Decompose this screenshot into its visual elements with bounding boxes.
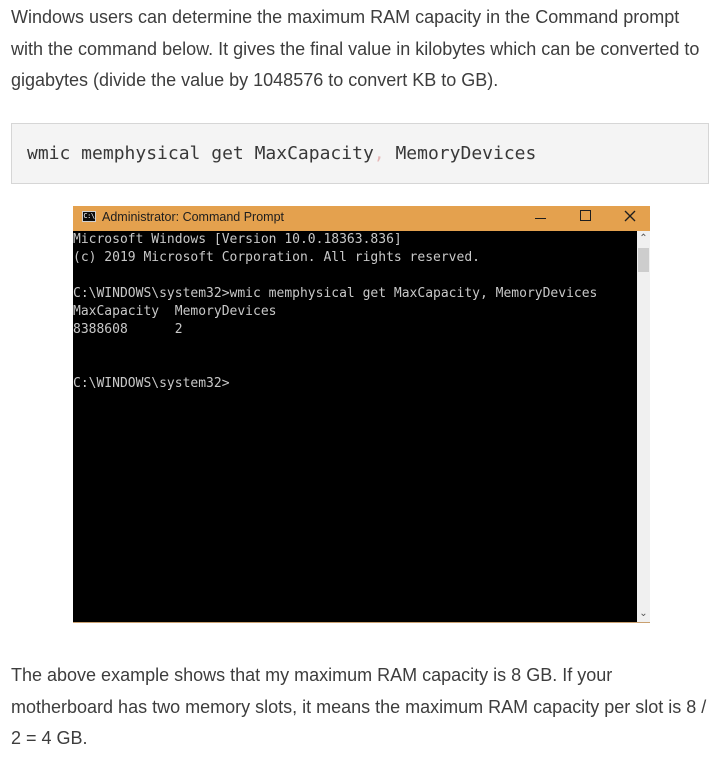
scroll-down-arrow-icon[interactable]: ⌄ xyxy=(637,607,650,621)
vertical-scrollbar[interactable]: ⌃ ⌄ xyxy=(637,231,650,622)
console-line: C:\WINDOWS\system32>wmic memphysical get… xyxy=(73,286,598,301)
close-icon xyxy=(624,210,636,222)
console-line: Microsoft Windows [Version 10.0.18363.83… xyxy=(73,232,402,247)
console-line: (c) 2019 Microsoft Corporation. All righ… xyxy=(73,250,480,265)
window-titlebar[interactable]: C:\ Administrator: Command Prompt xyxy=(73,206,650,231)
console-prompt-line: C:\WINDOWS\system32> xyxy=(73,376,230,391)
console-line: 8388608 2 xyxy=(73,322,183,337)
scroll-thumb[interactable] xyxy=(638,248,649,272)
close-button[interactable] xyxy=(610,206,650,231)
intro-paragraph: Windows users can determine the maximum … xyxy=(11,7,700,90)
code-command: wmic memphysical get MaxCapacity xyxy=(27,143,374,164)
scroll-up-arrow-icon[interactable]: ⌃ xyxy=(637,232,650,246)
command-prompt-window: C:\ Administrator: Command Prompt Micros… xyxy=(73,206,650,623)
maximize-button[interactable] xyxy=(566,206,606,231)
code-line: wmic memphysical get MaxCapacity, Memory… xyxy=(27,143,536,164)
minimize-button[interactable] xyxy=(521,206,561,231)
command-prompt-icon: C:\ xyxy=(82,211,96,222)
console-line: MaxCapacity MemoryDevices xyxy=(73,304,277,319)
window-title: Administrator: Command Prompt xyxy=(102,210,285,224)
outro-paragraph: The above example shows that my maximum … xyxy=(11,665,707,748)
code-comma: , xyxy=(373,143,385,164)
code-block: wmic memphysical get MaxCapacity, Memory… xyxy=(11,123,709,184)
code-argument: MemoryDevices xyxy=(384,143,537,164)
console-output[interactable]: Microsoft Windows [Version 10.0.18363.83… xyxy=(73,231,637,622)
